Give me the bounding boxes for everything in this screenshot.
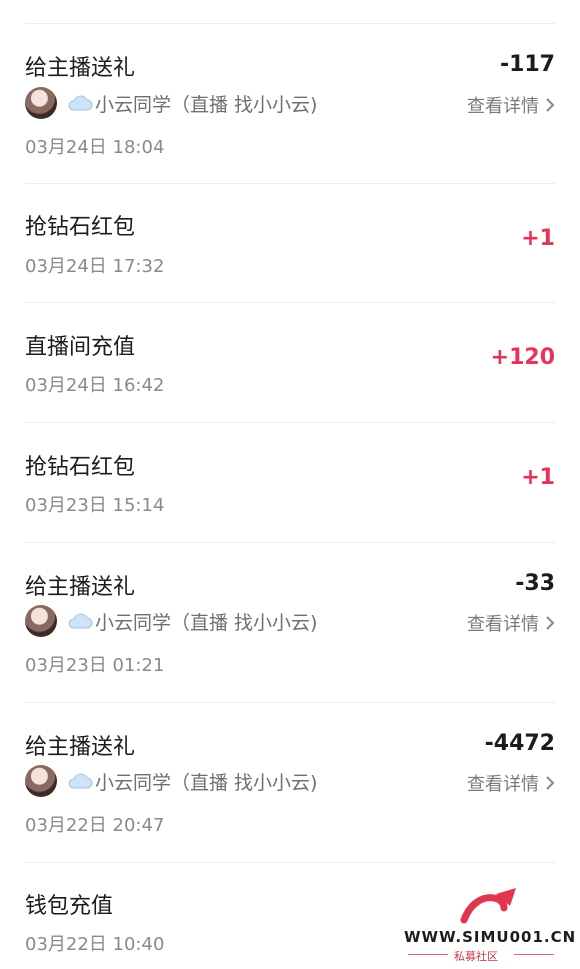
view-details-label: 查看详情 — [467, 614, 539, 635]
cloud-icon — [68, 773, 93, 789]
watermark-name: 私募社区 — [454, 950, 498, 963]
transaction-title: 给主播送礼 — [25, 735, 136, 760]
view-details-link[interactable]: 查看详情 — [467, 610, 555, 636]
transaction-row[interactable]: 抢钻石红包 +1 03月24日 17:32 — [0, 184, 580, 302]
watermark-line — [514, 954, 554, 955]
avatar[interactable] — [25, 765, 57, 797]
view-details-label: 查看详情 — [467, 96, 539, 117]
transaction-title: 抢钻石红包 — [25, 455, 136, 480]
transaction-amount: -117 — [499, 52, 555, 77]
transaction-amount: -4472 — [484, 731, 555, 756]
anchor-name: 小云同学（直播 找小小云) — [95, 771, 318, 794]
chevron-right-icon — [546, 616, 555, 630]
anchor-name: 小云同学（直播 找小小云) — [95, 611, 318, 634]
anchor-info[interactable]: 小云同学（直播 找小小云) — [25, 765, 317, 797]
transaction-title: 直播间充值 — [25, 335, 136, 360]
transaction-row[interactable]: 给主播送礼 -33 小云同学（直播 找小小云) 查看详情 03月23日 01:2… — [0, 543, 580, 702]
transaction-amount: +120 — [490, 345, 555, 370]
anchor-info[interactable]: 小云同学（直播 找小小云) — [25, 87, 317, 119]
cloud-icon — [68, 613, 93, 629]
chevron-right-icon — [546, 98, 555, 112]
watermark: WWW.SIMU001.CN 私募社区 — [404, 880, 580, 969]
transaction-time: 03月22日 10:40 — [25, 934, 165, 955]
transaction-row[interactable]: 给主播送礼 -4472 小云同学（直播 找小小云) 查看详情 03月22日 20… — [0, 703, 580, 862]
transaction-title: 给主播送礼 — [25, 56, 136, 81]
transaction-amount: -33 — [515, 571, 555, 596]
transaction-time: 03月22日 20:47 — [25, 815, 165, 836]
transaction-amount: +1 — [521, 226, 555, 251]
watermark-logo-icon — [460, 888, 516, 926]
transaction-row[interactable]: 抢钻石红包 +1 03月23日 15:14 — [0, 423, 580, 541]
transaction-title: 钱包充值 — [25, 894, 114, 919]
transaction-time: 03月23日 15:14 — [25, 495, 165, 516]
anchor-info[interactable]: 小云同学（直播 找小小云) — [25, 605, 317, 637]
transaction-time: 03月24日 17:32 — [25, 256, 165, 277]
watermark-site: WWW.SIMU001.CN — [404, 928, 577, 946]
transaction-title: 抢钻石红包 — [25, 215, 136, 240]
avatar[interactable] — [25, 87, 57, 119]
transaction-time: 03月24日 16:42 — [25, 375, 165, 396]
transaction-time: 03月23日 01:21 — [25, 655, 165, 676]
transaction-title: 给主播送礼 — [25, 575, 136, 600]
view-details-label: 查看详情 — [467, 774, 539, 795]
view-details-link[interactable]: 查看详情 — [467, 92, 555, 118]
view-details-link[interactable]: 查看详情 — [467, 770, 555, 796]
cloud-icon — [68, 95, 93, 111]
transaction-amount: +1 — [521, 465, 555, 490]
chevron-right-icon — [546, 776, 555, 790]
avatar[interactable] — [25, 605, 57, 637]
watermark-line — [408, 954, 448, 955]
anchor-name: 小云同学（直播 找小小云) — [95, 93, 318, 116]
transaction-row[interactable]: 直播间充值 +120 03月24日 16:42 — [0, 303, 580, 421]
transaction-row[interactable]: 给主播送礼 -117 小云同学（直播 找小小云) 查看详情 03月24日 18:… — [0, 24, 580, 183]
transaction-time: 03月24日 18:04 — [25, 137, 165, 158]
